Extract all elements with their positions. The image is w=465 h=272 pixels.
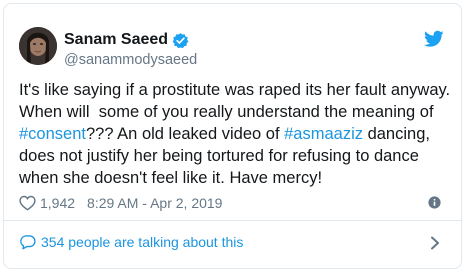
tweet-text-segment: ??? An old leaked video of bbox=[85, 125, 285, 143]
hashtag-link-consent[interactable]: #consent bbox=[19, 125, 86, 143]
chevron-right-icon[interactable] bbox=[430, 236, 440, 250]
tweet-text-line: does not justify her being tortured for … bbox=[19, 145, 449, 167]
verified-badge-icon bbox=[172, 33, 189, 49]
tweet-text-line: When will some of you really understand … bbox=[19, 101, 449, 123]
like-count[interactable]: 1,942 bbox=[40, 195, 75, 211]
tweet-text-segment: dancing, bbox=[363, 125, 430, 143]
tweet-text-segment: It's like saying if a prostitute was rap… bbox=[19, 81, 451, 99]
talking-link[interactable]: 354 people are talking about this bbox=[19, 233, 439, 251]
talking-text[interactable]: 354 people are talking about this bbox=[41, 234, 243, 250]
timestamp[interactable]: 8:29 AM - Apr 2, 2019 bbox=[87, 195, 222, 211]
tweet-text-segment: When will some of you really understand … bbox=[19, 103, 434, 121]
avatar-image bbox=[19, 27, 57, 65]
author-handle[interactable]: @sanammodysaeed bbox=[64, 52, 197, 68]
tweet-text-segment: when she doesn't feel like it. Have merc… bbox=[19, 169, 323, 187]
tweet-text-line: It's like saying if a prostitute was rap… bbox=[19, 79, 451, 101]
author-name[interactable]: Sanam Saeed bbox=[64, 31, 168, 49]
tweet-text-line: when she doesn't feel like it. Have merc… bbox=[19, 167, 449, 189]
speech-bubble-icon bbox=[20, 235, 36, 250]
twitter-bird-icon[interactable] bbox=[424, 30, 444, 48]
hashtag-link-asmaaziz[interactable]: #asmaaziz bbox=[284, 125, 363, 143]
divider bbox=[4, 220, 461, 221]
tweet-text-segment: does not justify her being tortured for … bbox=[19, 147, 419, 165]
info-icon[interactable] bbox=[428, 196, 441, 209]
tweet-text-line: #consent??? An old leaked video of #asma… bbox=[19, 123, 449, 145]
avatar[interactable] bbox=[19, 27, 57, 65]
tweet-text: It's like saying if a prostitute was rap… bbox=[19, 79, 451, 189]
tweet-meta: 1,942 8:29 AM - Apr 2, 2019 bbox=[19, 194, 439, 212]
heart-icon[interactable] bbox=[19, 195, 36, 211]
